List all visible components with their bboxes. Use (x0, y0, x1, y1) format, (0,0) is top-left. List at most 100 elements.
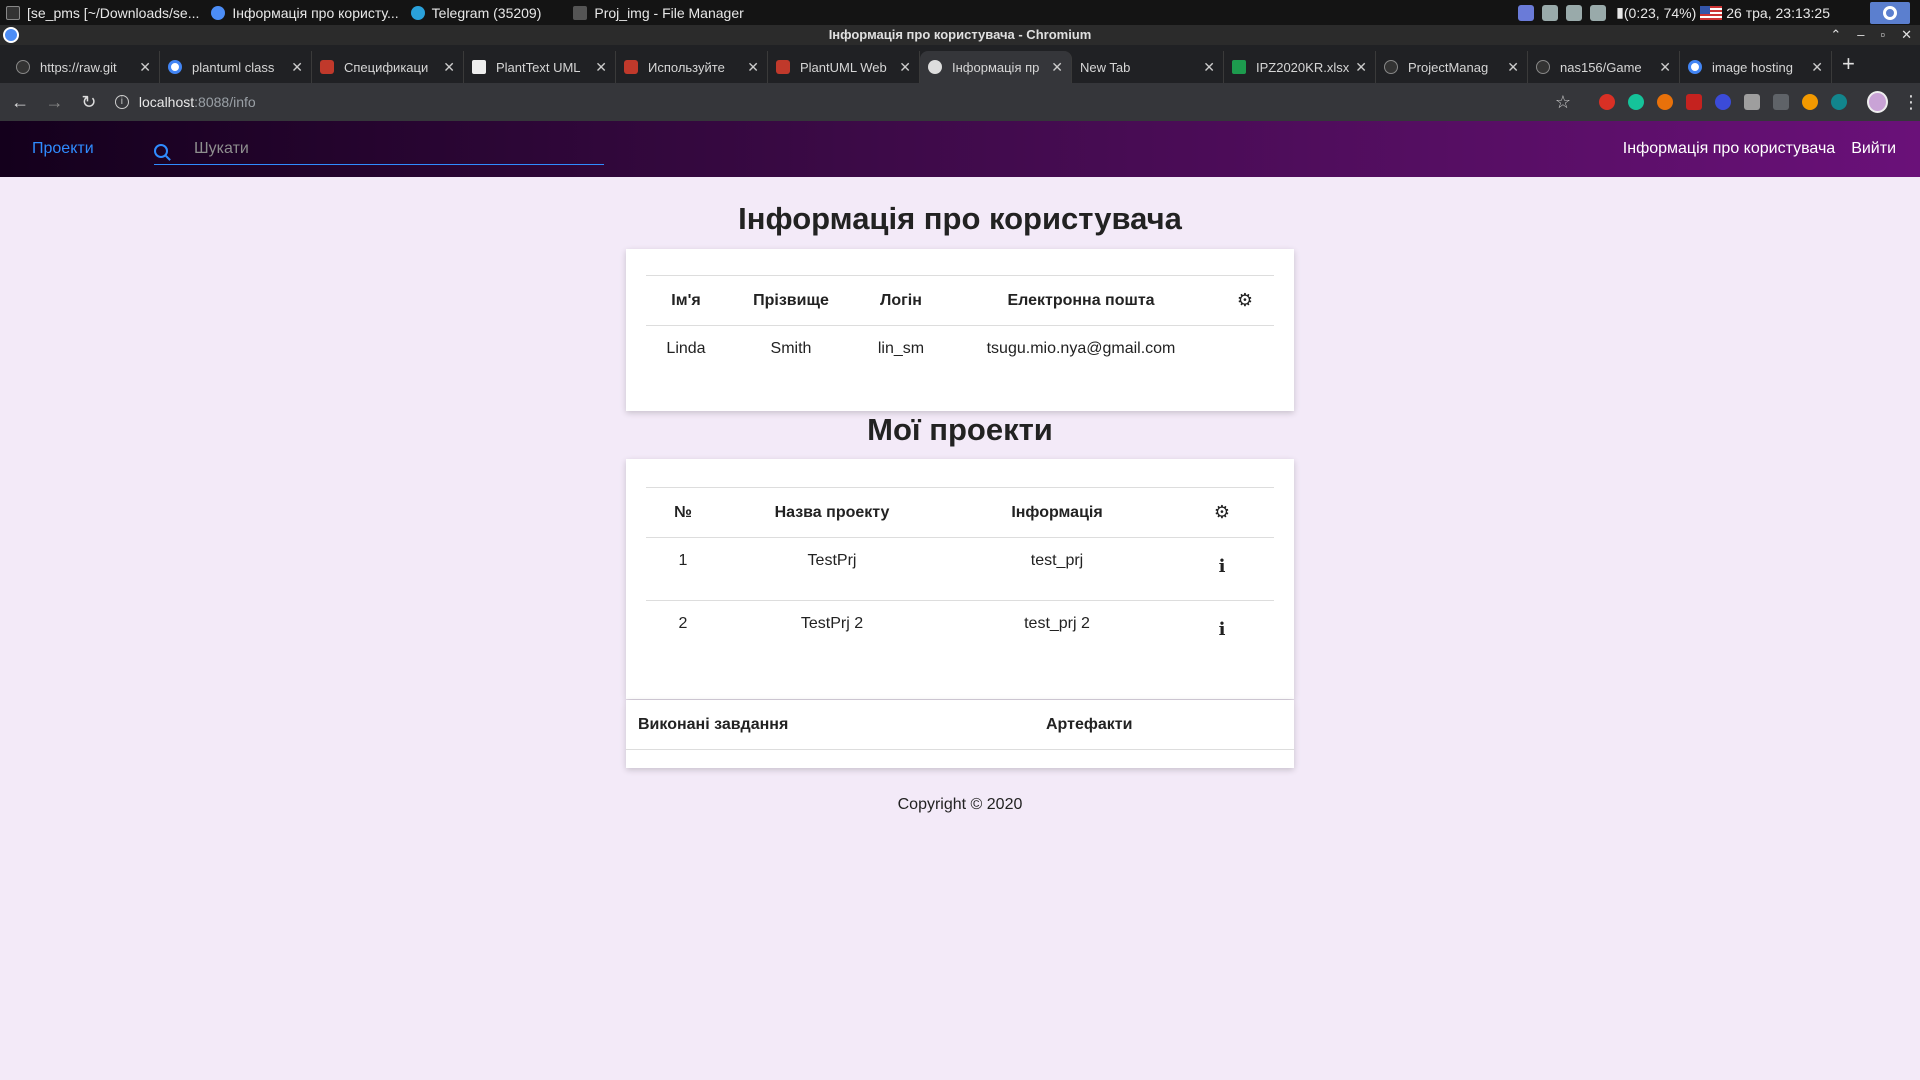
project-info: test_prj 2 (1024, 615, 1090, 632)
user-info-link[interactable]: Інформація про користувача (1623, 140, 1835, 158)
tab-close-icon[interactable]: ✕ (1659, 59, 1671, 76)
artifacts-header: Артефакти (1046, 716, 1133, 733)
browser-tab[interactable]: New Tab ✕ (1072, 51, 1224, 83)
window-maximize-button[interactable]: ▫ (1880, 25, 1885, 45)
taskbar-app-telegram[interactable]: Telegram (35209) (405, 0, 548, 25)
extension-icon[interactable] (1802, 94, 1819, 110)
info-icon[interactable]: i (1219, 556, 1226, 577)
browser-tab[interactable]: plantuml class ✕ (160, 51, 312, 83)
tab-close-icon[interactable]: ✕ (1203, 59, 1215, 76)
taskbar-app-file-manager[interactable]: Proj_img - File Manager (567, 0, 749, 25)
window-controls: ⌃ – ▫ ✕ (1830, 25, 1912, 45)
tab-label: New Tab (1080, 59, 1131, 75)
browser-tab[interactable]: PlantUML Web ✕ (768, 51, 920, 83)
taskbar-app-ide[interactable]: [se_pms [~/Downloads/se... (0, 0, 205, 25)
flash-extension-icon[interactable] (1686, 94, 1703, 110)
forward-arrow-icon[interactable]: → (40, 92, 68, 113)
new-tab-button[interactable]: + (1832, 51, 1865, 83)
extension-icon[interactable] (1773, 94, 1790, 110)
window-minimize-button[interactable]: – (1857, 25, 1864, 45)
tab-close-icon[interactable]: ✕ (1811, 59, 1823, 76)
taskbar-app-chromium[interactable]: Інформація про користу... (205, 0, 404, 25)
extension-icon[interactable] (1744, 94, 1761, 110)
search-icon[interactable] (154, 143, 168, 158)
user-last-name: Smith (770, 340, 812, 357)
table-header-row: № Назва проекту Інформація ⚙ (646, 487, 1274, 538)
chromium-icon (211, 5, 226, 20)
browser-tab[interactable]: PlantText UML ✕ (464, 51, 616, 83)
window-close-button[interactable]: ✕ (1901, 25, 1912, 45)
clock[interactable]: 26 тра, 23:13:25 (1726, 5, 1830, 21)
google-icon (168, 60, 182, 74)
tab-close-icon[interactable]: ✕ (1355, 59, 1367, 76)
project-info: test_prj (944, 537, 1170, 601)
browser-tab[interactable]: https://raw.git ✕ (8, 51, 160, 83)
table-row: Linda Smith lin_sm tsugu.mio.nya@gmail.c… (646, 326, 1274, 376)
browser-menu-icon[interactable]: ⋮ (1902, 92, 1920, 113)
github-icon (1536, 60, 1550, 74)
tab-close-icon[interactable]: ✕ (1507, 59, 1519, 76)
extension-icon[interactable] (1657, 94, 1674, 110)
footer-copyright: Copyright © 2020 (897, 796, 1023, 813)
plantuml-icon (776, 60, 790, 74)
chromium-launcher-button[interactable] (1870, 1, 1910, 24)
logout-link[interactable]: Вийти (1851, 140, 1896, 158)
project-number: 1 (646, 537, 720, 601)
folder-icon (573, 5, 588, 20)
k-extension-icon[interactable] (1715, 94, 1732, 110)
chromium-icon (1883, 5, 1897, 20)
extension-icon[interactable] (1831, 94, 1848, 110)
back-arrow-icon[interactable]: ← (6, 92, 34, 113)
search-input[interactable] (194, 139, 574, 158)
table-row[interactable]: 1 TestPrj test_prj i (646, 537, 1274, 601)
browser-tab[interactable]: IPZ2020KR.xlsx ✕ (1224, 51, 1376, 83)
tab-close-icon[interactable]: ✕ (747, 59, 759, 76)
keyboard-layout-flag-icon[interactable] (1700, 5, 1723, 20)
site-info-icon[interactable]: i (114, 95, 129, 109)
projects-nav-link[interactable]: Проекти (32, 140, 94, 158)
plantuml-icon (320, 60, 334, 74)
reload-icon[interactable]: ↻ (75, 92, 103, 113)
plantuml-icon (624, 60, 638, 74)
volume-icon[interactable] (1566, 4, 1583, 21)
browser-tab[interactable]: Спецификаци ✕ (312, 51, 464, 83)
browser-tab[interactable]: image hosting ✕ (1680, 51, 1832, 83)
tab-close-icon[interactable]: ✕ (595, 59, 607, 76)
taskbar-app-label: Proj_img - File Manager (594, 4, 744, 21)
browser-toolbar: ← → ↻ i localhost:8088/info ☆ ⋮ (0, 83, 1920, 121)
address-bar[interactable]: i localhost:8088/info (114, 87, 1535, 117)
battery-icon[interactable]: ▮ (1616, 4, 1624, 21)
tab-close-icon[interactable]: ✕ (443, 59, 455, 76)
header-number: № (646, 487, 720, 538)
browser-tab[interactable]: nas156/Game ✕ (1528, 51, 1680, 83)
tab-close-icon[interactable]: ✕ (291, 59, 303, 76)
tab-label: plantuml class (192, 59, 275, 75)
network-icon[interactable] (1518, 4, 1535, 21)
cloud-icon[interactable] (1542, 4, 1559, 21)
gear-icon[interactable]: ⚙ (1214, 502, 1230, 523)
bookmark-star-icon[interactable]: ☆ (1555, 92, 1571, 113)
header-login: Логін (856, 275, 946, 326)
header-settings: ⚙ (1216, 275, 1274, 326)
browser-tab-active[interactable]: Інформація пр ✕ (920, 51, 1072, 83)
table-row[interactable]: 2 TestPrj 2 test_prj 2 i (646, 601, 1274, 664)
tab-label: Спецификаци (344, 59, 429, 75)
taskbar-app-label: [se_pms [~/Downloads/se... (27, 4, 200, 21)
browser-tab[interactable]: Используйте ✕ (616, 51, 768, 83)
telegram-icon (410, 5, 425, 20)
project-name: TestPrj (720, 537, 944, 601)
extensions-bar (1599, 94, 1848, 110)
info-icon[interactable]: i (1219, 619, 1226, 640)
tab-close-icon[interactable]: ✕ (1051, 59, 1063, 76)
tab-close-icon[interactable]: ✕ (899, 59, 911, 76)
tab-label: Інформація пр (952, 59, 1040, 75)
grammarly-extension-icon[interactable] (1628, 94, 1645, 110)
battery-status: (0:23, 74%) (1623, 4, 1697, 21)
gear-icon[interactable]: ⚙ (1237, 290, 1253, 311)
tab-close-icon[interactable]: ✕ (139, 59, 151, 76)
window-up-icon[interactable]: ⌃ (1830, 25, 1841, 45)
profile-avatar[interactable] (1867, 91, 1888, 113)
wifi-icon[interactable] (1590, 4, 1607, 21)
browser-tab[interactable]: ProjectManag ✕ (1376, 51, 1528, 83)
adblock-extension-icon[interactable] (1599, 94, 1616, 110)
